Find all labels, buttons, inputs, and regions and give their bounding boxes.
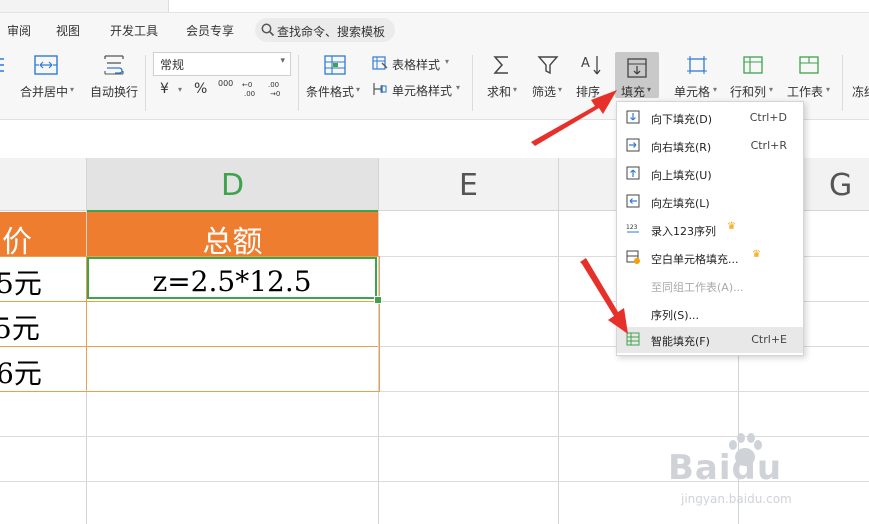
filter-icon [537, 56, 559, 75]
cell-c-row2[interactable]: 5元 [0, 307, 40, 347]
fill-handle[interactable] [374, 296, 382, 304]
sort-icon: A [581, 56, 601, 75]
svg-text:→0: →0 [270, 90, 280, 97]
svg-text:A: A [581, 56, 590, 71]
row-col-icon [743, 56, 763, 74]
wrap-text-label: 自动换行 [90, 85, 139, 99]
menu-item-series[interactable]: 序列(S)... [617, 301, 803, 327]
ribbon-separator [472, 55, 473, 111]
fill-right-icon [626, 138, 640, 152]
search-label: 查找命令、搜索模板 [277, 25, 386, 39]
grid-line [0, 346, 378, 347]
menu-item-fill-right[interactable]: 向右填充(R) Ctrl+R [617, 133, 803, 159]
merge-center-label: 合并居中 [20, 85, 69, 99]
conditional-format-label: 条件格式 [306, 85, 355, 99]
cell-style-label: 单元格样式 [392, 84, 453, 98]
active-cell-d[interactable]: z=2.5*12.5 [87, 257, 377, 299]
column-header-d[interactable]: D [87, 158, 378, 212]
chevron-down-icon: ▾ [70, 85, 75, 94]
menu-item-blank-fill[interactable]: 空白单元格填充... ♛ [617, 245, 803, 271]
worksheet-icon [799, 56, 819, 74]
search-icon [261, 23, 275, 37]
sequence-123-icon: 123 [626, 224, 639, 233]
chevron-down-icon: ▾ [280, 56, 285, 66]
ribbon-separator [298, 55, 299, 111]
annotation-arrow-fill [531, 90, 617, 146]
header-cell-price[interactable]: 价 [0, 212, 86, 260]
menu-item-fill-up[interactable]: 向上填充(U) [617, 161, 803, 187]
menu-item-fill-left[interactable]: 向左填充(L) [617, 189, 803, 215]
thousands-button[interactable]: 000 [218, 79, 233, 88]
fill-up-icon [626, 166, 640, 180]
chevron-down-icon: ▾ [647, 85, 652, 94]
chevron-down-icon: ▾ [513, 85, 518, 94]
menu-view[interactable]: 视图 [56, 22, 80, 39]
cell-c-row3[interactable]: 6元 [0, 352, 42, 392]
chevron-down-icon: ▾ [445, 57, 450, 66]
cell-c-row1[interactable]: 5元 [0, 262, 42, 302]
wrap-text-icon [104, 55, 124, 75]
sum-label: 求和 [487, 85, 512, 99]
fill-left-icon [626, 194, 640, 208]
annotation-arrow-smart-fill [580, 258, 628, 334]
fill-dropdown-menu: 向下填充(D) Ctrl+D 向右填充(R) Ctrl+R 向上填充(U) 向左… [616, 101, 804, 356]
sum-icon [493, 56, 508, 74]
column-header-c[interactable]: C [0, 158, 86, 211]
watermark-url: jingyan.baidu.com [681, 492, 792, 506]
document-tab-edge [168, 0, 869, 12]
table-style-icon [372, 56, 388, 70]
menu-bar: 审阅 视图 开发工具 会员专享 查找命令、搜索模板 [0, 13, 869, 47]
cell-label: 单元格 [674, 85, 711, 99]
active-cell-value: z=2.5*12.5 [152, 265, 312, 298]
decrease-decimal-icon[interactable]: .00 →0 [266, 79, 286, 97]
menu-developer[interactable]: 开发工具 [110, 22, 158, 39]
svg-text:.00: .00 [268, 81, 279, 89]
table-style-button[interactable]: 表格样式 ▾ [372, 54, 454, 72]
menu-member[interactable]: 会员专享 [186, 22, 234, 39]
menu-item-smart-fill[interactable]: 智能填充(F) Ctrl+E [617, 327, 803, 353]
menu-item-sequence-123[interactable]: 123 录入123序列 ♛ [617, 217, 803, 243]
menu-item-fill-down[interactable]: 向下填充(D) Ctrl+D [617, 105, 803, 131]
currency-button[interactable]: ¥ [160, 81, 169, 97]
chevron-down-icon: ▾ [356, 85, 361, 94]
ribbon-separator [842, 55, 843, 111]
freeze-label[interactable]: 冻结 [852, 83, 869, 100]
cell-style-button[interactable]: 单元格样式 ▾ [372, 80, 464, 98]
title-strip [0, 0, 869, 13]
number-format-select[interactable]: 常规 ▾ [153, 52, 291, 76]
svg-text:←0: ←0 [242, 81, 252, 89]
grid-line [558, 158, 559, 524]
cell-icon [687, 56, 707, 74]
chevron-down-icon: ▾ [456, 83, 461, 92]
chevron-down-icon: ▾ [769, 85, 774, 94]
menu-item-to-group-sheets: 至同组工作表(A)... [651, 281, 744, 294]
chevron-down-icon: ▾ [826, 85, 831, 94]
column-header-e[interactable]: E [379, 158, 558, 211]
svg-text:123: 123 [626, 224, 638, 231]
worksheet-label: 工作表 [787, 85, 824, 99]
fill-icon [627, 58, 647, 78]
conditional-format-icon [324, 55, 346, 75]
chevron-down-icon: ▾ [713, 85, 718, 94]
ribbon-separator [145, 55, 146, 111]
paw-icon [729, 433, 762, 466]
increase-decimal-icon[interactable]: ←0 .00 [240, 79, 260, 97]
merge-center-icon [34, 55, 58, 75]
cell-style-icon [373, 83, 387, 95]
chevron-down-icon: ▾ [178, 85, 183, 94]
grid-line [0, 301, 378, 302]
crown-icon: ♛ [727, 221, 736, 232]
number-format-value: 常规 [160, 58, 185, 72]
menu-review[interactable]: 审阅 [7, 22, 31, 39]
crown-icon: ♛ [752, 249, 761, 260]
table-style-label: 表格样式 [392, 58, 441, 72]
header-cell-total[interactable]: 总额 [87, 212, 378, 260]
align-icon [0, 58, 4, 72]
command-search[interactable]: 查找命令、搜索模板 [255, 18, 395, 42]
svg-text:.00: .00 [244, 90, 255, 97]
fill-down-icon [626, 110, 640, 124]
percent-button[interactable]: % [194, 81, 207, 97]
row-col-label: 行和列 [730, 85, 767, 99]
